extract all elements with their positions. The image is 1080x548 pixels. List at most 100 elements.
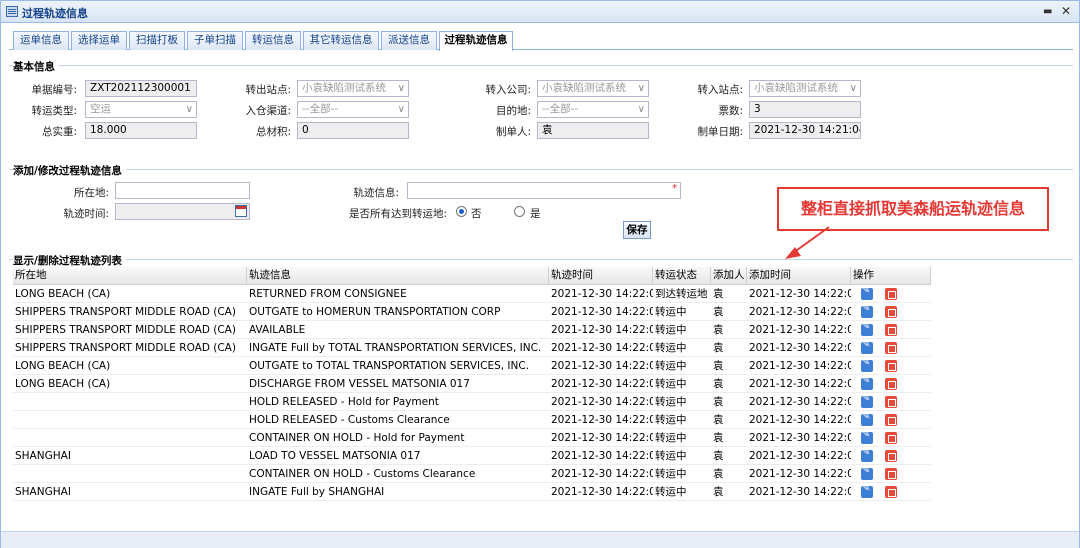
close-icon[interactable]: ✕ — [1061, 4, 1071, 18]
cell-status: 转运中 — [655, 306, 687, 318]
edit-icon[interactable] — [861, 321, 873, 336]
pieces-field[interactable]: 3 — [749, 101, 861, 118]
cell-track: CONTAINER ON HOLD - Customs Clearance — [249, 468, 476, 480]
cell-user: 袁 — [713, 486, 724, 498]
delete-icon[interactable] — [885, 396, 897, 408]
cell-time: 2021-12-30 14:22:09 — [551, 468, 653, 480]
cell-location: LONG BEACH (CA) — [15, 288, 111, 300]
edit-icon[interactable] — [861, 465, 873, 480]
table-row[interactable]: SHIPPERS TRANSPORT MIDDLE ROAD (CA) INGAT… — [13, 339, 931, 357]
volume-label: 总材积: — [255, 126, 291, 138]
edit-icon[interactable] — [861, 429, 873, 444]
edit-icon[interactable] — [861, 375, 873, 390]
cell-added: 2021-12-30 14:22:09 — [749, 288, 851, 300]
edit-icon[interactable] — [861, 447, 873, 462]
delete-icon[interactable] — [885, 486, 897, 498]
delete-icon[interactable] — [885, 378, 897, 390]
cell-status: 转运中 — [655, 360, 687, 372]
cell-user: 袁 — [713, 396, 724, 408]
table-row[interactable]: SHIPPERS TRANSPORT MIDDLE ROAD (CA) OUTGA… — [13, 303, 931, 321]
cell-user: 袁 — [713, 378, 724, 390]
delete-icon[interactable] — [885, 306, 897, 318]
table-row[interactable]: LONG BEACH (CA) RETURNED FROM CONSIGNEE 20… — [13, 285, 931, 303]
volume-field[interactable]: 0 — [297, 122, 409, 139]
arrived-no-radio[interactable] — [456, 206, 467, 217]
weight-field[interactable]: 18.000 — [85, 122, 197, 139]
table-row[interactable]: HOLD RELEASED - Hold for Payment 2021-12-… — [13, 393, 931, 411]
cell-location: LONG BEACH (CA) — [15, 360, 111, 372]
minimize-icon[interactable]: ▬ — [1043, 6, 1052, 17]
destination-select[interactable]: --全部-- ∨ — [537, 101, 649, 118]
cell-time: 2021-12-30 14:22:09 — [551, 432, 653, 444]
edit-icon[interactable] — [861, 393, 873, 408]
edit-legend: 添加/修改过程轨迹信息 — [13, 163, 126, 178]
table-row[interactable]: LONG BEACH (CA) DISCHARGE FROM VESSEL MAT… — [13, 375, 931, 393]
col-header-ops: 操作 — [851, 267, 931, 285]
col-header-user[interactable]: 添加人 — [711, 267, 747, 285]
tab-scan-pallet[interactable]: 扫描打板 — [129, 31, 185, 50]
tab-transfer-info[interactable]: 转运信息 — [245, 31, 301, 50]
location-input[interactable] — [115, 182, 250, 199]
cell-track: DISCHARGE FROM VESSEL MATSONIA 017 — [249, 378, 470, 390]
date-field[interactable]: 2021-12-30 14:21:04 — [749, 122, 861, 139]
table-row[interactable]: CONTAINER ON HOLD - Hold for Payment 2021… — [13, 429, 931, 447]
track-info-input[interactable]: * — [407, 182, 681, 199]
cell-user: 袁 — [713, 306, 724, 318]
destination-value: --全部-- — [542, 103, 579, 115]
col-header-location[interactable]: 所在地 — [13, 267, 247, 285]
track-time-input[interactable] — [115, 203, 250, 220]
tab-sub-scan[interactable]: 子单扫描 — [187, 31, 243, 50]
cell-location — [13, 465, 247, 483]
table-row[interactable]: SHANGHAI LOAD TO VESSEL MATSONIA 017 2021-… — [13, 447, 931, 465]
delete-icon[interactable] — [885, 288, 897, 300]
col-header-status[interactable]: 转运状态 — [653, 267, 711, 285]
cell-user: 袁 — [713, 450, 724, 462]
edit-icon[interactable] — [861, 339, 873, 354]
table-row[interactable]: SHANGHAI INGATE Full by SHANGHAI 2021-12-3… — [13, 483, 931, 501]
cell-track: OUTGATE to HOMERUN TRANSPORTATION CORP — [249, 306, 501, 318]
location-label: 所在地: — [73, 187, 109, 199]
cell-status: 转运中 — [655, 468, 687, 480]
delete-icon[interactable] — [885, 342, 897, 354]
calendar-icon[interactable] — [235, 205, 247, 217]
chevron-down-icon: ∨ — [637, 104, 645, 115]
table-row[interactable]: LONG BEACH (CA) OUTGATE to TOTAL TRANSPOR… — [13, 357, 931, 375]
arrived-yes-radio[interactable] — [514, 206, 525, 217]
track-window: 过程轨迹信息 ▬ ✕ 运单信息 选择运单 扫描打板 子单扫描 转运信息 其它转运… — [0, 0, 1080, 548]
delete-icon[interactable] — [885, 432, 897, 444]
creator-field[interactable]: 袁 — [537, 122, 649, 139]
table-row[interactable]: CONTAINER ON HOLD - Customs Clearance 202… — [13, 465, 931, 483]
edit-icon[interactable] — [861, 285, 873, 300]
tab-strip: 运单信息 选择运单 扫描打板 子单扫描 转运信息 其它转运信息 派送信息 过程轨… — [9, 30, 1073, 51]
col-header-track[interactable]: 轨迹信息 — [247, 267, 549, 285]
edit-icon[interactable] — [861, 483, 873, 498]
tab-other-transfer[interactable]: 其它转运信息 — [303, 31, 379, 50]
tab-delivery[interactable]: 派送信息 — [381, 31, 437, 50]
table-row[interactable]: SHIPPERS TRANSPORT MIDDLE ROAD (CA) AVAIL… — [13, 321, 931, 339]
delete-icon[interactable] — [885, 450, 897, 462]
edit-icon[interactable] — [861, 357, 873, 372]
col-header-time[interactable]: 轨迹时间 — [549, 267, 653, 285]
out-station-select[interactable]: 小袁缺陷测试系统 ∨ — [297, 80, 409, 97]
edit-icon[interactable] — [861, 303, 873, 318]
delete-icon[interactable] — [885, 414, 897, 426]
in-company-select[interactable]: 小袁缺陷测试系统 ∨ — [537, 80, 649, 97]
delete-icon[interactable] — [885, 360, 897, 372]
delete-icon[interactable] — [885, 324, 897, 336]
delete-icon[interactable] — [885, 468, 897, 480]
annotation-arrow-icon — [785, 226, 830, 259]
channel-select[interactable]: --全部-- ∨ — [297, 101, 409, 118]
edit-icon[interactable] — [861, 411, 873, 426]
tab-select-waybill[interactable]: 选择运单 — [71, 31, 127, 50]
col-header-added[interactable]: 添加时间 — [747, 267, 851, 285]
tab-track[interactable]: 过程轨迹信息 — [439, 31, 513, 51]
cell-status: 转运中 — [655, 414, 687, 426]
in-station-select[interactable]: 小袁缺陷测试系统 ∨ — [749, 80, 861, 97]
cell-location: SHIPPERS TRANSPORT MIDDLE ROAD (CA) — [15, 342, 236, 354]
bill-no-field[interactable]: ZXT202112300001 — [85, 80, 197, 97]
transport-type-select[interactable]: 空运 ∨ — [85, 101, 197, 118]
tab-waybill[interactable]: 运单信息 — [13, 31, 69, 50]
save-button[interactable]: 保存 — [623, 221, 651, 239]
table-row[interactable]: HOLD RELEASED - Customs Clearance 2021-12… — [13, 411, 931, 429]
cell-location: SHIPPERS TRANSPORT MIDDLE ROAD (CA) — [15, 324, 236, 336]
